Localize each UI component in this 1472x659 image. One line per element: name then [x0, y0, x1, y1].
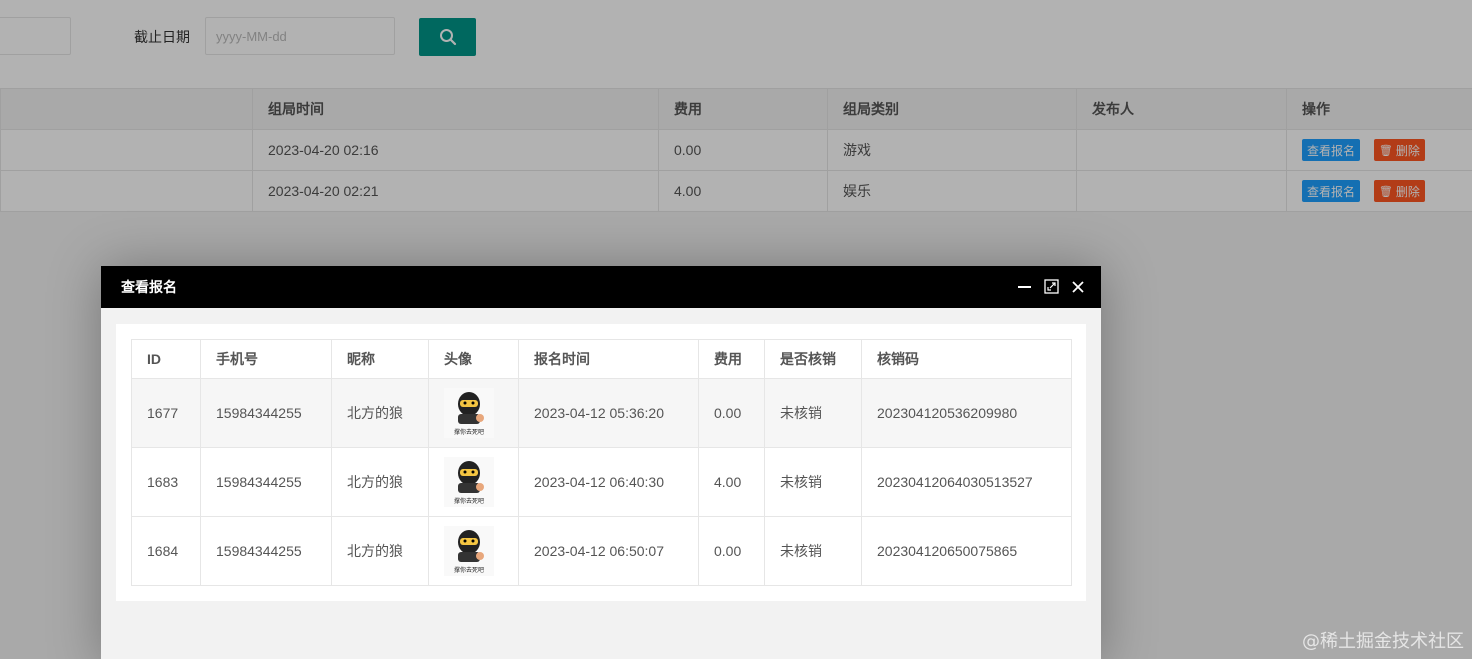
dialog-title-bar[interactable]: 查看报名 — [101, 266, 1101, 308]
nickname-cell: 北方的狼 — [331, 378, 429, 448]
fee-cell: 0.00 — [698, 516, 765, 586]
signup-time-cell: 2023-04-12 05:36:20 — [518, 378, 699, 448]
column-header-phone: 手机号 — [200, 339, 332, 379]
signup-time-cell: 2023-04-12 06:50:07 — [518, 516, 699, 586]
signup-dialog: 查看报名 ID 手机号 昵称 头像 报名时间 费用 是否核销 核销码 1677 … — [101, 266, 1101, 659]
column-header-avatar: 头像 — [428, 339, 519, 379]
code-cell: 202304120650075865 — [861, 516, 1072, 586]
close-icon[interactable] — [1071, 280, 1085, 294]
avatar-caption: 撑你去死吧 — [453, 430, 484, 436]
table-row: 1684 15984344255 北方的狼 撑你去死吧 2023-04-12 0… — [131, 516, 1072, 586]
watermark: @稀土掘金技术社区 — [1302, 631, 1464, 652]
avatar: 撑你去死吧 — [444, 526, 494, 576]
minimize-icon[interactable] — [1017, 279, 1032, 294]
avatar: 撑你去死吧 — [444, 457, 494, 507]
signup-time-cell: 2023-04-12 06:40:30 — [518, 447, 699, 517]
id-cell: 1684 — [131, 516, 201, 586]
column-header-id: ID — [131, 339, 201, 379]
nickname-cell: 北方的狼 — [331, 516, 429, 586]
avatar-cell: 撑你去死吧 — [428, 516, 519, 586]
table-header-row: ID 手机号 昵称 头像 报名时间 费用 是否核销 核销码 — [131, 339, 1072, 379]
verified-cell: 未核销 — [764, 516, 862, 586]
avatar-cell: 撑你去死吧 — [428, 378, 519, 448]
phone-cell: 15984344255 — [200, 447, 332, 517]
avatar: 撑你去死吧 — [444, 388, 494, 438]
fee-cell: 0.00 — [698, 378, 765, 448]
fee-cell: 4.00 — [698, 447, 765, 517]
table-row: 1677 15984344255 北方的狼 撑你去死吧 2023-04-12 0… — [131, 378, 1072, 448]
code-cell: 20230412064030513527 — [861, 447, 1072, 517]
column-header-verified: 是否核销 — [764, 339, 862, 379]
dialog-controls — [1017, 279, 1085, 294]
verified-cell: 未核销 — [764, 447, 862, 517]
column-header-code: 核销码 — [861, 339, 1072, 379]
maximize-icon[interactable] — [1044, 279, 1059, 294]
phone-cell: 15984344255 — [200, 378, 332, 448]
ninja-avatar-icon — [458, 461, 484, 493]
phone-cell: 15984344255 — [200, 516, 332, 586]
signup-table: ID 手机号 昵称 头像 报名时间 费用 是否核销 核销码 1677 15984… — [131, 339, 1072, 586]
code-cell: 202304120536209980 — [861, 378, 1072, 448]
avatar-cell: 撑你去死吧 — [428, 447, 519, 517]
avatar-caption: 撑你去死吧 — [453, 568, 484, 574]
avatar-caption: 撑你去死吧 — [453, 499, 484, 505]
verified-cell: 未核销 — [764, 378, 862, 448]
dialog-title: 查看报名 — [121, 279, 177, 295]
ninja-avatar-icon — [458, 530, 484, 562]
ninja-avatar-icon — [458, 392, 484, 424]
column-header-nickname: 昵称 — [331, 339, 429, 379]
id-cell: 1683 — [131, 447, 201, 517]
column-header-signup-time: 报名时间 — [518, 339, 699, 379]
column-header-fee: 费用 — [698, 339, 765, 379]
id-cell: 1677 — [131, 378, 201, 448]
dialog-body: ID 手机号 昵称 头像 报名时间 费用 是否核销 核销码 1677 15984… — [116, 324, 1086, 601]
nickname-cell: 北方的狼 — [331, 447, 429, 517]
table-row: 1683 15984344255 北方的狼 撑你去死吧 2023-04-12 0… — [131, 447, 1072, 517]
